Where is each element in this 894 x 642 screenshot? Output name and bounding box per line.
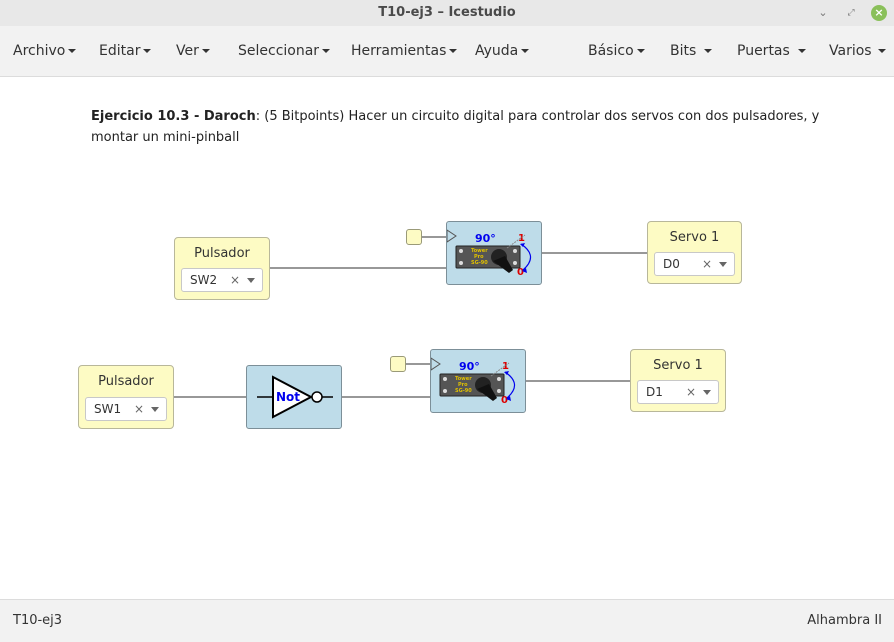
select-value: SW1: [94, 402, 122, 416]
servo-title: Servo 1: [669, 230, 720, 245]
servo-model: SG-90: [455, 388, 472, 394]
servo-select-bottom[interactable]: D1 ×: [637, 380, 719, 404]
servo-title: Servo 1: [653, 358, 703, 373]
not-gate-block[interactable]: Not: [246, 365, 342, 429]
chevron-down-icon[interactable]: [719, 262, 727, 267]
pulsador-select-top[interactable]: SW2 ×: [181, 268, 263, 292]
select-value: D0: [663, 257, 680, 271]
servo-zero-label: 0: [517, 267, 524, 278]
pulsador-select-bottom[interactable]: SW1 ×: [85, 397, 167, 421]
chevron-down-icon[interactable]: [151, 407, 159, 412]
clear-icon[interactable]: ×: [702, 253, 712, 275]
select-value: D1: [646, 385, 663, 399]
servo-angle-label: 90°: [459, 360, 480, 373]
wires-layer: [173, 236, 647, 398]
servo-icon-block-top[interactable]: 90° 1 0 Tower Pro SG-90: [446, 221, 542, 285]
not-gate-label: Not: [276, 390, 300, 404]
chevron-down-icon[interactable]: [703, 390, 711, 395]
servo-model: SG-90: [471, 260, 488, 266]
pulsador-block-bottom[interactable]: Pulsador SW1 ×: [78, 365, 174, 429]
servo-icon-block-bottom[interactable]: 90° 1 0 Tower Pro SG-90: [430, 349, 526, 413]
not-gate-icon: Not: [257, 375, 333, 419]
pulsador-title: Pulsador: [98, 374, 154, 389]
servo-zero-label: 0: [501, 395, 508, 406]
servo-block-top[interactable]: Servo 1 D0 ×: [647, 221, 742, 284]
clear-icon[interactable]: ×: [686, 381, 696, 403]
clear-icon[interactable]: ×: [134, 398, 144, 420]
pulsador-title: Pulsador: [194, 246, 250, 261]
servo-angle-label: 90°: [475, 232, 496, 245]
select-value: SW2: [190, 273, 218, 287]
servo-block-bottom[interactable]: Servo 1 D1 ×: [630, 349, 726, 412]
status-bar: T10-ej3 Alhambra II: [0, 599, 894, 642]
pulsador-block-top[interactable]: Pulsador SW2 ×: [174, 237, 270, 300]
board-name[interactable]: Alhambra II: [807, 600, 882, 642]
input-pin-bottom[interactable]: [390, 356, 406, 372]
servo-one-label: 1: [502, 361, 509, 372]
clear-icon[interactable]: ×: [230, 269, 240, 291]
input-pin-top[interactable]: [406, 229, 422, 245]
servo-select-top[interactable]: D0 ×: [654, 252, 735, 276]
servo-one-label: 1: [518, 233, 525, 244]
project-name: T10-ej3: [13, 613, 63, 628]
servo-motor-icon: 90° 1 0 Tower Pro SG-90: [430, 357, 516, 406]
servo-motor-icon: 90° 1 0 Tower Pro SG-90: [446, 229, 532, 278]
chevron-down-icon[interactable]: [247, 278, 255, 283]
